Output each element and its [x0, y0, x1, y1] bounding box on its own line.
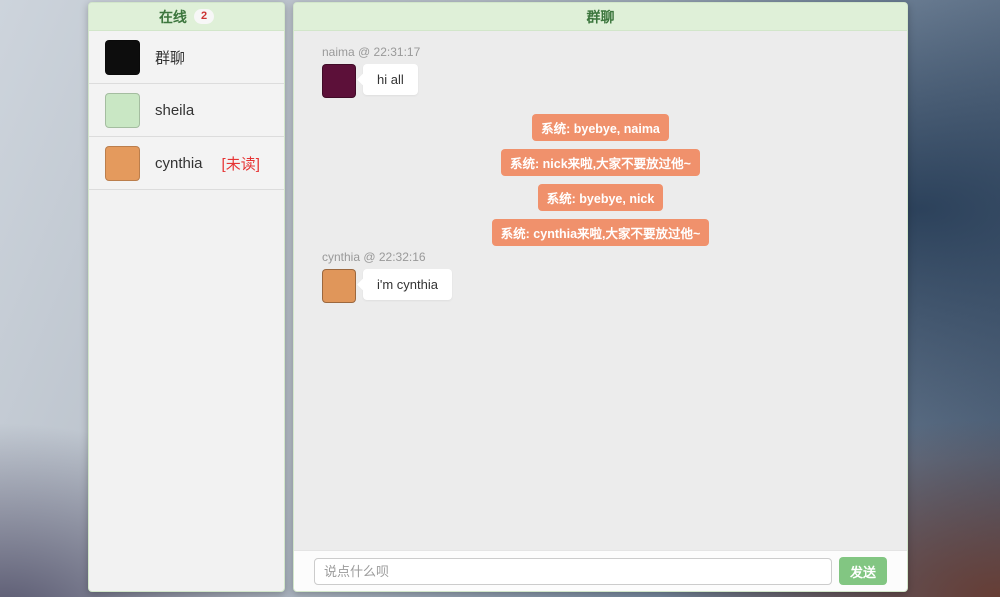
system-message: 系统: byebye, naima — [532, 114, 669, 141]
send-button[interactable]: 发送 — [839, 557, 887, 585]
composer-bar: 发送 — [294, 550, 907, 591]
message-bubble: i'm cynthia — [363, 269, 452, 300]
contact-avatar — [105, 146, 140, 181]
chat-title: 群聊 — [587, 7, 615, 27]
system-message: 系统: byebye, nick — [538, 184, 664, 211]
contact-name: sheila — [155, 102, 194, 119]
contact-row[interactable]: 群聊 — [89, 31, 284, 84]
contact-avatar — [105, 93, 140, 128]
chat-body: naima @ 22:31:17 hi all 系统: byebye, naim… — [294, 31, 907, 550]
online-count-badge: 2 — [194, 9, 214, 24]
system-message: 系统: nick来啦,大家不要放过他~ — [501, 149, 700, 176]
chat-message: cynthia @ 22:32:16 i'm cynthia — [322, 250, 879, 303]
online-title: 在线 — [159, 7, 187, 27]
chat-header: 群聊 — [294, 3, 907, 31]
message-avatar — [322, 269, 356, 303]
message-bubble: hi all — [363, 64, 418, 95]
contact-name: 群聊 — [155, 47, 185, 68]
contact-row[interactable]: sheila — [89, 84, 284, 137]
system-message: 系统: cynthia来啦,大家不要放过他~ — [492, 219, 710, 246]
contact-avatar — [105, 40, 140, 75]
contact-list: 群聊 sheila cynthia [未读] — [89, 31, 284, 591]
chat-panel: 群聊 naima @ 22:31:17 hi all 系统: byebye, n… — [293, 2, 908, 592]
message-meta: naima @ 22:31:17 — [322, 45, 879, 59]
contact-row[interactable]: cynthia [未读] — [89, 137, 284, 190]
sidebar-header: 在线 2 — [89, 3, 284, 31]
message-input[interactable] — [314, 558, 832, 585]
message-avatar — [322, 64, 356, 98]
chat-message: naima @ 22:31:17 hi all — [322, 45, 879, 98]
message-meta: cynthia @ 22:32:16 — [322, 250, 879, 264]
unread-badge: [未读] — [222, 153, 260, 174]
online-users-panel: 在线 2 群聊 sheila cynthia [未读] — [88, 2, 285, 592]
contact-name: cynthia — [155, 155, 203, 172]
